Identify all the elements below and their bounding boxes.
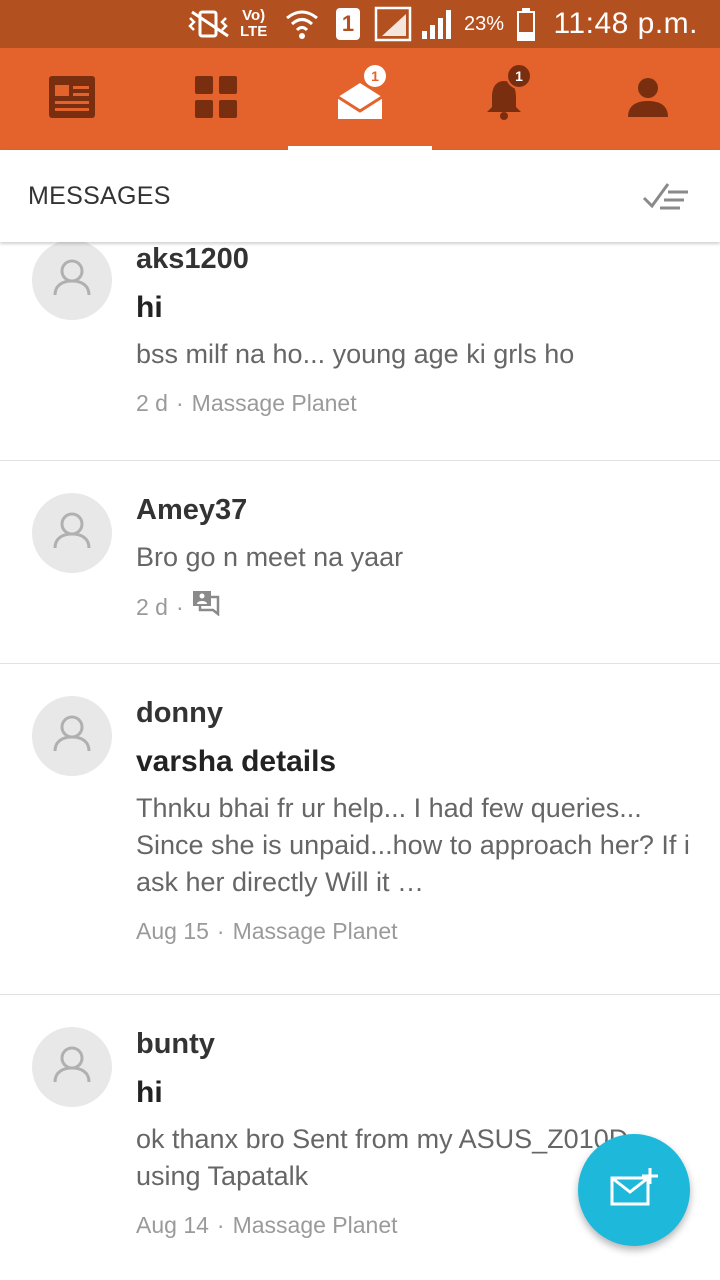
signal-icon	[374, 0, 412, 48]
mail-icon: 1	[336, 65, 386, 121]
page-title: MESSAGES	[28, 182, 171, 210]
avatar[interactable]	[32, 696, 112, 776]
tab-forums[interactable]	[144, 48, 288, 150]
mark-all-read-icon	[642, 183, 692, 218]
grid-icon	[195, 75, 237, 123]
conversation-icon	[192, 590, 220, 624]
forum-name: Massage Planet	[232, 918, 398, 944]
username: bunty	[136, 1028, 215, 1060]
forum-name: Massage Planet	[232, 1212, 398, 1238]
top-navigation: 1 1	[0, 48, 720, 150]
user-placeholder-icon	[52, 715, 92, 758]
tab-notifications[interactable]: 1	[432, 48, 576, 150]
message-list: aks1200 hi bss milf na ho... young age k…	[0, 242, 720, 1280]
username: donny	[136, 697, 223, 729]
message-preview: bss milf na ho... young age ki grls ho	[136, 339, 575, 369]
timestamp: Aug 15	[136, 918, 209, 944]
network-label-bottom: LTE	[240, 23, 268, 40]
message-meta: 2 d · Massage Planet	[136, 387, 690, 419]
user-placeholder-icon	[52, 259, 92, 302]
user-placeholder-icon	[52, 1046, 92, 1089]
list-item[interactable]: Amey37 Bro go n meet na yaar 2 d ·	[0, 461, 720, 664]
user-placeholder-icon	[52, 512, 92, 555]
message-meta: Aug 15 · Massage Planet	[136, 915, 690, 947]
timestamp: 2 d	[136, 390, 168, 416]
signal-icon	[420, 0, 456, 48]
tab-topics[interactable]	[0, 48, 144, 150]
status-bar: Vo) LTE 1 23% 11:48 p.m.	[0, 0, 720, 48]
sim-slot: 1	[336, 8, 360, 40]
list-item[interactable]: donny varsha details Thnku bhai fr ur he…	[0, 664, 720, 995]
mark-all-read-button[interactable]	[642, 178, 692, 214]
messages-header: MESSAGES	[0, 150, 720, 242]
sim-icon: 1	[336, 0, 360, 48]
separator: ·	[216, 1212, 225, 1238]
notifications-badge: 1	[506, 63, 532, 89]
volte-icon: Vo) LTE	[240, 0, 267, 48]
separator: ·	[175, 390, 184, 416]
username: aks1200	[136, 243, 249, 275]
username: Amey37	[136, 494, 248, 526]
compose-message-button[interactable]	[578, 1134, 690, 1246]
message-preview: Thnku bhai fr ur help... I had few queri…	[136, 793, 690, 897]
bell-icon: 1	[484, 63, 532, 121]
avatar[interactable]	[32, 242, 112, 320]
battery-percent: 23%	[464, 12, 505, 35]
compose-mail-icon	[610, 1167, 658, 1213]
vibrate-icon	[186, 0, 234, 48]
subject: varsha details	[136, 745, 337, 778]
message-meta: 2 d ·	[136, 590, 690, 624]
avatar[interactable]	[32, 1027, 112, 1107]
person-icon	[627, 77, 669, 122]
battery-icon	[516, 0, 536, 48]
network-label-top: Vo)	[242, 7, 266, 24]
messages-badge: 1	[364, 65, 386, 87]
message-preview: Bro go n meet na yaar	[136, 542, 404, 572]
tab-messages[interactable]: 1	[288, 48, 432, 150]
subject: hi	[136, 1076, 163, 1109]
avatar[interactable]	[32, 493, 112, 573]
clock: 11:48 p.m.	[553, 7, 698, 40]
tab-profile[interactable]	[576, 48, 720, 150]
timestamp: 2 d	[136, 594, 168, 620]
forum-name: Massage Planet	[191, 390, 357, 416]
separator: ·	[216, 918, 225, 944]
timestamp: Aug 14	[136, 1212, 209, 1238]
newspaper-icon	[49, 75, 95, 123]
wifi-icon	[284, 0, 320, 48]
separator: ·	[175, 594, 184, 620]
subject: hi	[136, 291, 163, 324]
list-item[interactable]: aks1200 hi bss milf na ho... young age k…	[0, 242, 720, 461]
